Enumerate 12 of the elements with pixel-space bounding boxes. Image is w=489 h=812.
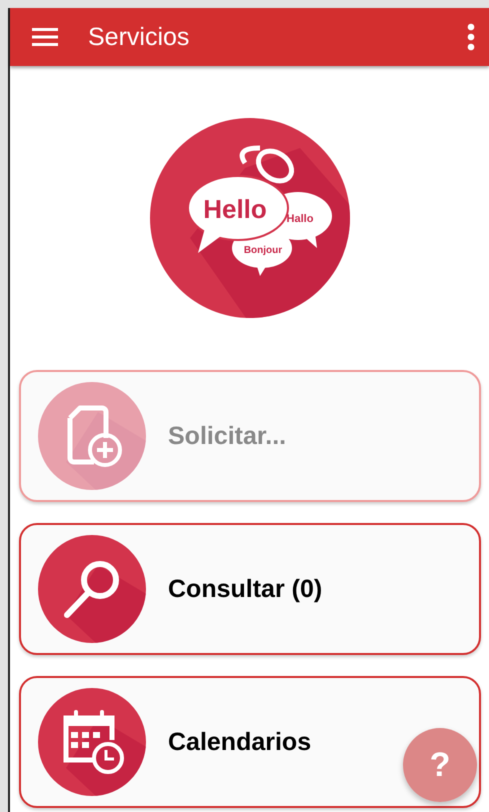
more-options-icon: [467, 23, 475, 51]
service-button[interactable]: Consultar (0): [19, 523, 481, 655]
menu-icon: [32, 28, 58, 46]
calendar-clock-icon: [38, 688, 146, 796]
menu-button[interactable]: [32, 28, 58, 46]
logo-word: Hello: [202, 194, 266, 224]
app-title: Servicios: [88, 22, 190, 52]
more-button[interactable]: [467, 23, 475, 51]
search-icon: [38, 535, 146, 643]
logo-word: Hallo: [286, 213, 313, 225]
document-add-icon: [38, 382, 146, 490]
logo-word: Bonjour: [243, 245, 282, 256]
